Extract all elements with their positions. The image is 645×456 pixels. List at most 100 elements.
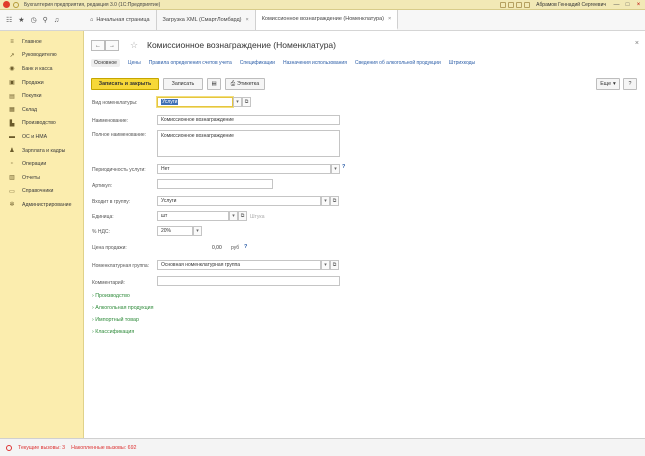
- performance-icon[interactable]: [6, 444, 12, 451]
- top-icons: ☷ ★ ◷ ⚲ ♫: [0, 10, 84, 30]
- chevron-down-icon[interactable]: ▾: [331, 164, 340, 174]
- link-main[interactable]: Основное: [91, 59, 120, 67]
- link-account-rules[interactable]: Правила определения счетов учета: [149, 60, 232, 66]
- sidebar-item-assets[interactable]: ▬ ОС и НМА: [0, 130, 83, 144]
- history-icon[interactable]: [516, 1, 523, 8]
- chevron-down-icon[interactable]: ▾: [193, 226, 202, 236]
- close-icon[interactable]: ×: [388, 16, 391, 22]
- link-barcodes[interactable]: Штрихкоды: [449, 60, 475, 66]
- chevron-down-icon[interactable]: ▾: [229, 211, 238, 221]
- kind-value: Услуги: [161, 99, 179, 105]
- gear-icon: ✲: [9, 202, 15, 209]
- price-currency: руб: [231, 245, 240, 251]
- sidebar-item-warehouse[interactable]: ▦ Склад: [0, 103, 83, 117]
- article-field[interactable]: [157, 179, 273, 189]
- unit-label: Единица:: [92, 214, 114, 220]
- group-production[interactable]: › Производство: [92, 293, 130, 299]
- help-icon[interactable]: ?: [342, 164, 345, 170]
- search-icon[interactable]: ⚲: [43, 16, 48, 24]
- sidebar-item-operations[interactable]: ⁺ Операции: [0, 157, 83, 171]
- open-icon[interactable]: ⧉: [330, 196, 339, 206]
- tab-home[interactable]: ⌂ Начальная страница: [84, 10, 157, 30]
- kind-field[interactable]: Услуги: [157, 97, 233, 107]
- close-window-button[interactable]: ×: [634, 2, 643, 8]
- apps-grid-icon[interactable]: ☷: [6, 16, 12, 24]
- sidebar-item-label: Банк и касса: [22, 65, 53, 72]
- chevron-down-icon[interactable]: ▾: [321, 260, 330, 270]
- group-label: Входит в группу:: [92, 199, 131, 205]
- name-label: Наименование:: [92, 118, 129, 124]
- name-field[interactable]: Комиссионное вознаграждение: [157, 115, 340, 125]
- operations-icon: ⁺: [10, 161, 14, 168]
- app-logo-icon: [3, 1, 10, 8]
- sidebar-item-manager[interactable]: ↗ Руководителю: [0, 49, 83, 63]
- history-clock-icon[interactable]: ◷: [31, 16, 37, 24]
- report-icon: ▥: [9, 175, 15, 182]
- save-button[interactable]: Записать: [163, 78, 203, 90]
- user-name[interactable]: Абрамов Геннадий Сергеевич: [536, 2, 606, 8]
- group-classification[interactable]: › Классификация: [92, 329, 134, 335]
- maximize-button[interactable]: □: [623, 2, 632, 8]
- document-list-icon[interactable]: ▤: [207, 78, 221, 90]
- group-alcohol[interactable]: › Алкогольная продукция: [92, 305, 153, 311]
- help-icon[interactable]: ?: [244, 244, 247, 250]
- forward-button[interactable]: →: [105, 40, 119, 51]
- label-button[interactable]: ⎙ Этикетка: [225, 78, 265, 90]
- sidebar-item-production[interactable]: ▙ Производство: [0, 117, 83, 131]
- open-icon[interactable]: ⧉: [238, 211, 247, 221]
- factory-icon: ▙: [9, 120, 15, 127]
- link-alcohol[interactable]: Сведения об алкогольной продукции: [355, 60, 441, 66]
- sidebar-item-catalogs[interactable]: ▭ Справочники: [0, 185, 83, 199]
- main-menu-icon[interactable]: [13, 1, 19, 8]
- link-specifications[interactable]: Спецификации: [240, 60, 275, 66]
- accumulated-calls: Накопленные вызовы: 692: [71, 444, 137, 451]
- unit-field[interactable]: шт: [157, 211, 229, 221]
- help-button[interactable]: ?: [623, 78, 637, 90]
- sidebar-item-sales[interactable]: ▣ Продажи: [0, 76, 83, 90]
- notification-icon[interactable]: [508, 1, 515, 8]
- nomgroup-field[interactable]: Основная номенклатурная группа: [157, 260, 321, 270]
- book-icon: ▭: [9, 188, 15, 195]
- close-icon[interactable]: ×: [246, 17, 249, 23]
- tab-label: Начальная страница: [96, 17, 150, 23]
- comment-field[interactable]: [157, 276, 340, 286]
- sidebar-item-label: Администрирование: [22, 201, 72, 208]
- nav-buttons: ← →: [91, 40, 119, 51]
- more-button[interactable]: Еще ▾: [596, 78, 620, 90]
- sidebar-item-salary[interactable]: ♟ Зарплата и кадры: [0, 144, 83, 158]
- star-icon[interactable]: ★: [18, 16, 24, 24]
- fullname-field[interactable]: Комиссионное вознаграждение: [157, 130, 340, 157]
- favorites-icon[interactable]: [524, 1, 531, 8]
- sidebar-item-admin[interactable]: ✲ Администрирование: [0, 198, 83, 212]
- sidebar-item-main[interactable]: ≡ Главное: [0, 35, 83, 49]
- link-usage[interactable]: Назначения использования: [283, 60, 347, 66]
- chevron-down-icon[interactable]: ▾: [321, 196, 330, 206]
- current-calls: Текущие вызовы: 3: [18, 444, 66, 451]
- tab-commission[interactable]: Комиссионное вознаграждение (Номенклатур…: [255, 10, 399, 30]
- group-field[interactable]: Услуги: [157, 196, 321, 206]
- open-icon[interactable]: ⧉: [242, 97, 251, 107]
- link-prices[interactable]: Цены: [128, 60, 141, 66]
- back-button[interactable]: ←: [91, 40, 105, 51]
- periodic-field[interactable]: Нет: [157, 164, 331, 174]
- tab-xml-import[interactable]: Загрузка XML (СмартЛомбард) ×: [157, 10, 256, 30]
- price-value[interactable]: 0,00: [212, 245, 222, 251]
- unit-note: Штука: [250, 214, 265, 220]
- close-icon[interactable]: ×: [635, 40, 639, 47]
- favorite-star-icon[interactable]: ☆: [130, 40, 138, 51]
- minimize-button[interactable]: —: [612, 2, 621, 8]
- link-icon[interactable]: [500, 1, 507, 8]
- sidebar-item-label: Руководителю: [22, 52, 57, 59]
- sidebar-item-reports[interactable]: ▥ Отчеты: [0, 171, 83, 185]
- more-label: Еще: [600, 81, 612, 87]
- price-label: Цена продажи:: [92, 245, 127, 251]
- sidebar-item-label: Справочники: [22, 188, 54, 195]
- group-import[interactable]: › Импортный товар: [92, 317, 139, 323]
- sidebar-item-purchases[interactable]: ▤ Покупки: [0, 89, 83, 103]
- save-and-close-button[interactable]: Записать и закрыть: [91, 78, 159, 90]
- open-icon[interactable]: ⧉: [330, 260, 339, 270]
- sidebar-item-bank[interactable]: ◉ Банк и касса: [0, 62, 83, 76]
- chevron-down-icon[interactable]: ▾: [233, 97, 242, 107]
- bell-icon[interactable]: ♫: [54, 17, 59, 24]
- vat-field[interactable]: 20%: [157, 226, 193, 236]
